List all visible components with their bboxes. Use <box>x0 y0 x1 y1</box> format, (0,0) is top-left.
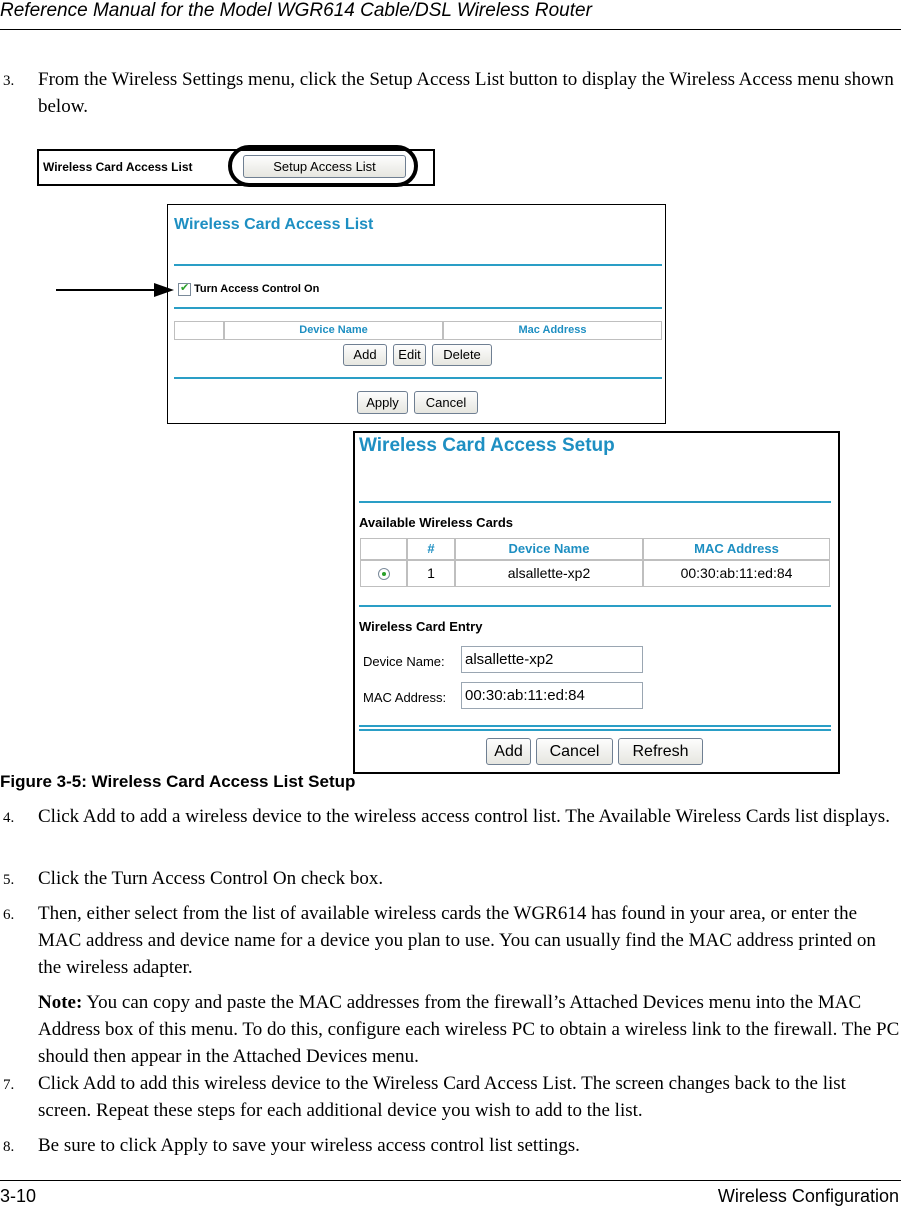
callout-arrow-line <box>56 289 161 291</box>
table-cell-number: 1 <box>407 560 455 587</box>
cancel-button[interactable]: Cancel <box>414 391 478 414</box>
table-header-mac-address: MAC Address <box>643 538 830 560</box>
page-number: 3-10 <box>0 1186 37 1206</box>
device-name-input[interactable]: alsallette-xp2 <box>461 646 643 673</box>
step-number: 4. <box>3 810 15 826</box>
step-number: 8. <box>3 1139 15 1155</box>
step-text: Click Add to add this wireless device to… <box>38 1073 846 1121</box>
access-setup-panel: Wireless Card Access Setup Available Wir… <box>353 431 840 774</box>
divider <box>359 605 831 607</box>
available-cards-heading: Available Wireless Cards <box>359 515 514 530</box>
delete-button[interactable]: Delete <box>432 344 492 366</box>
access-list-label: Wireless Card Access List <box>43 160 193 174</box>
divider <box>174 264 662 266</box>
table-header-device-name: Device Name <box>224 321 443 340</box>
step-text: Be sure to click Apply to save your wire… <box>38 1135 580 1156</box>
panel-title: Wireless Card Access Setup <box>359 435 615 456</box>
panel-title: Wireless Card Access List <box>174 216 374 233</box>
callout-arrow-head <box>154 283 174 297</box>
table-header-select <box>174 321 224 340</box>
table-header-number: # <box>407 538 455 560</box>
section-name: Wireless Configuration <box>717 1186 899 1206</box>
divider <box>359 725 831 727</box>
mac-address-label: MAC Address: <box>363 690 447 705</box>
step-number: 5. <box>3 872 15 888</box>
entry-add-button[interactable]: Add <box>486 738 531 765</box>
highlight-oval <box>228 145 418 187</box>
step-number: 3. <box>3 73 15 89</box>
running-header: Reference Manual for the Model WGR614 Ca… <box>0 0 592 21</box>
mac-address-input[interactable]: 00:30:ab:11:ed:84 <box>461 682 643 709</box>
step-text: Click the Turn Access Control On check b… <box>38 868 384 889</box>
device-name-label: Device Name: <box>363 654 445 669</box>
step-text: Click Add to add a wireless device to th… <box>38 806 890 827</box>
step-text: From the Wireless Settings menu, click t… <box>38 69 894 117</box>
table-header-mac-address: Mac Address <box>443 321 662 340</box>
edit-button[interactable]: Edit <box>393 344 426 366</box>
entry-cancel-button[interactable]: Cancel <box>536 738 613 765</box>
row-radio-button[interactable] <box>378 568 390 580</box>
manual-page: Reference Manual for the Model WGR614 Ca… <box>0 0 901 1208</box>
note-text: You can copy and paste the MAC addresses… <box>38 992 900 1067</box>
table-header-select <box>360 538 407 560</box>
divider <box>359 501 831 503</box>
table-cell-device-name: alsallette-xp2 <box>455 560 643 587</box>
card-entry-heading: Wireless Card Entry <box>359 619 483 634</box>
step-text: Then, either select from the list of ava… <box>38 903 876 978</box>
figure-caption: Figure 3-5: Wireless Card Access List Se… <box>0 772 356 791</box>
divider <box>174 307 662 309</box>
table-header-device-name: Device Name <box>455 538 643 560</box>
divider <box>174 377 662 379</box>
step-number: 6. <box>3 907 15 923</box>
table-cell-mac: 00:30:ab:11:ed:84 <box>643 560 830 587</box>
note-label: Note: <box>38 992 83 1013</box>
apply-button[interactable]: Apply <box>357 391 408 414</box>
access-control-checkbox[interactable] <box>178 281 191 296</box>
checkbox-label: Turn Access Control On <box>194 283 320 295</box>
refresh-button[interactable]: Refresh <box>618 738 703 765</box>
divider <box>359 729 831 731</box>
header-rule <box>0 29 901 30</box>
add-button[interactable]: Add <box>343 344 387 366</box>
step-number: 7. <box>3 1077 15 1093</box>
footer-rule <box>0 1180 901 1181</box>
table-row-select-cell <box>360 560 407 587</box>
